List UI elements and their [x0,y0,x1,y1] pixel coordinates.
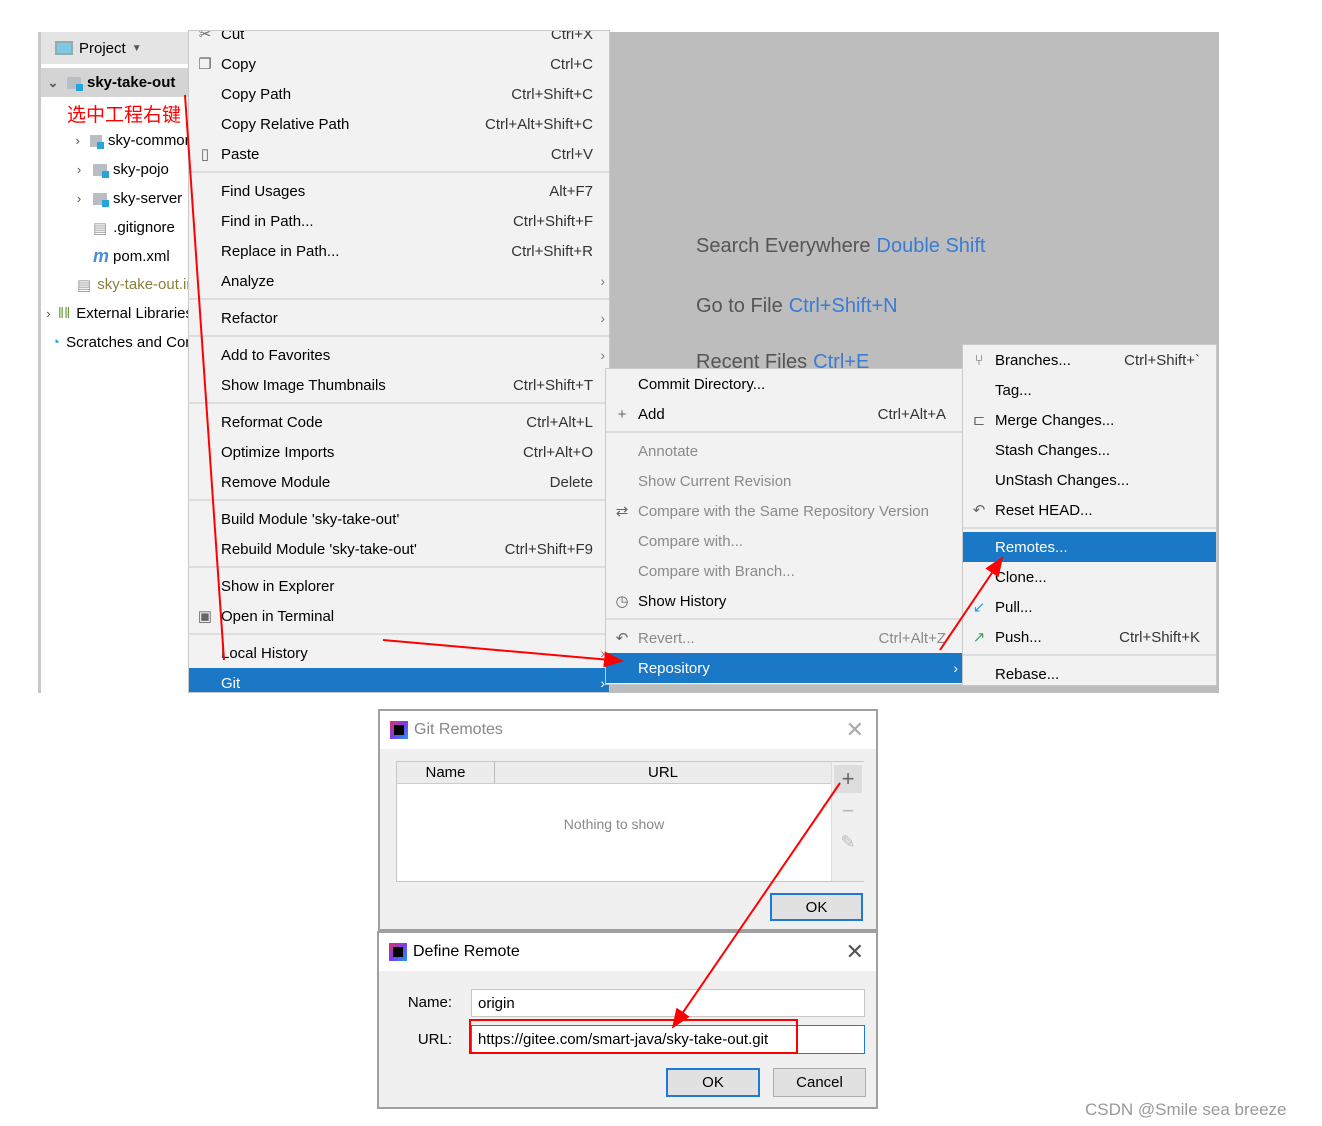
annotation-overlay [184,94,1004,1054]
annotation-highlight-box [469,1019,798,1054]
annotation-arrow [671,782,841,1029]
annotation-arrow [382,639,624,668]
annotation-arrow [184,94,225,661]
annotation-arrow [939,556,1004,651]
